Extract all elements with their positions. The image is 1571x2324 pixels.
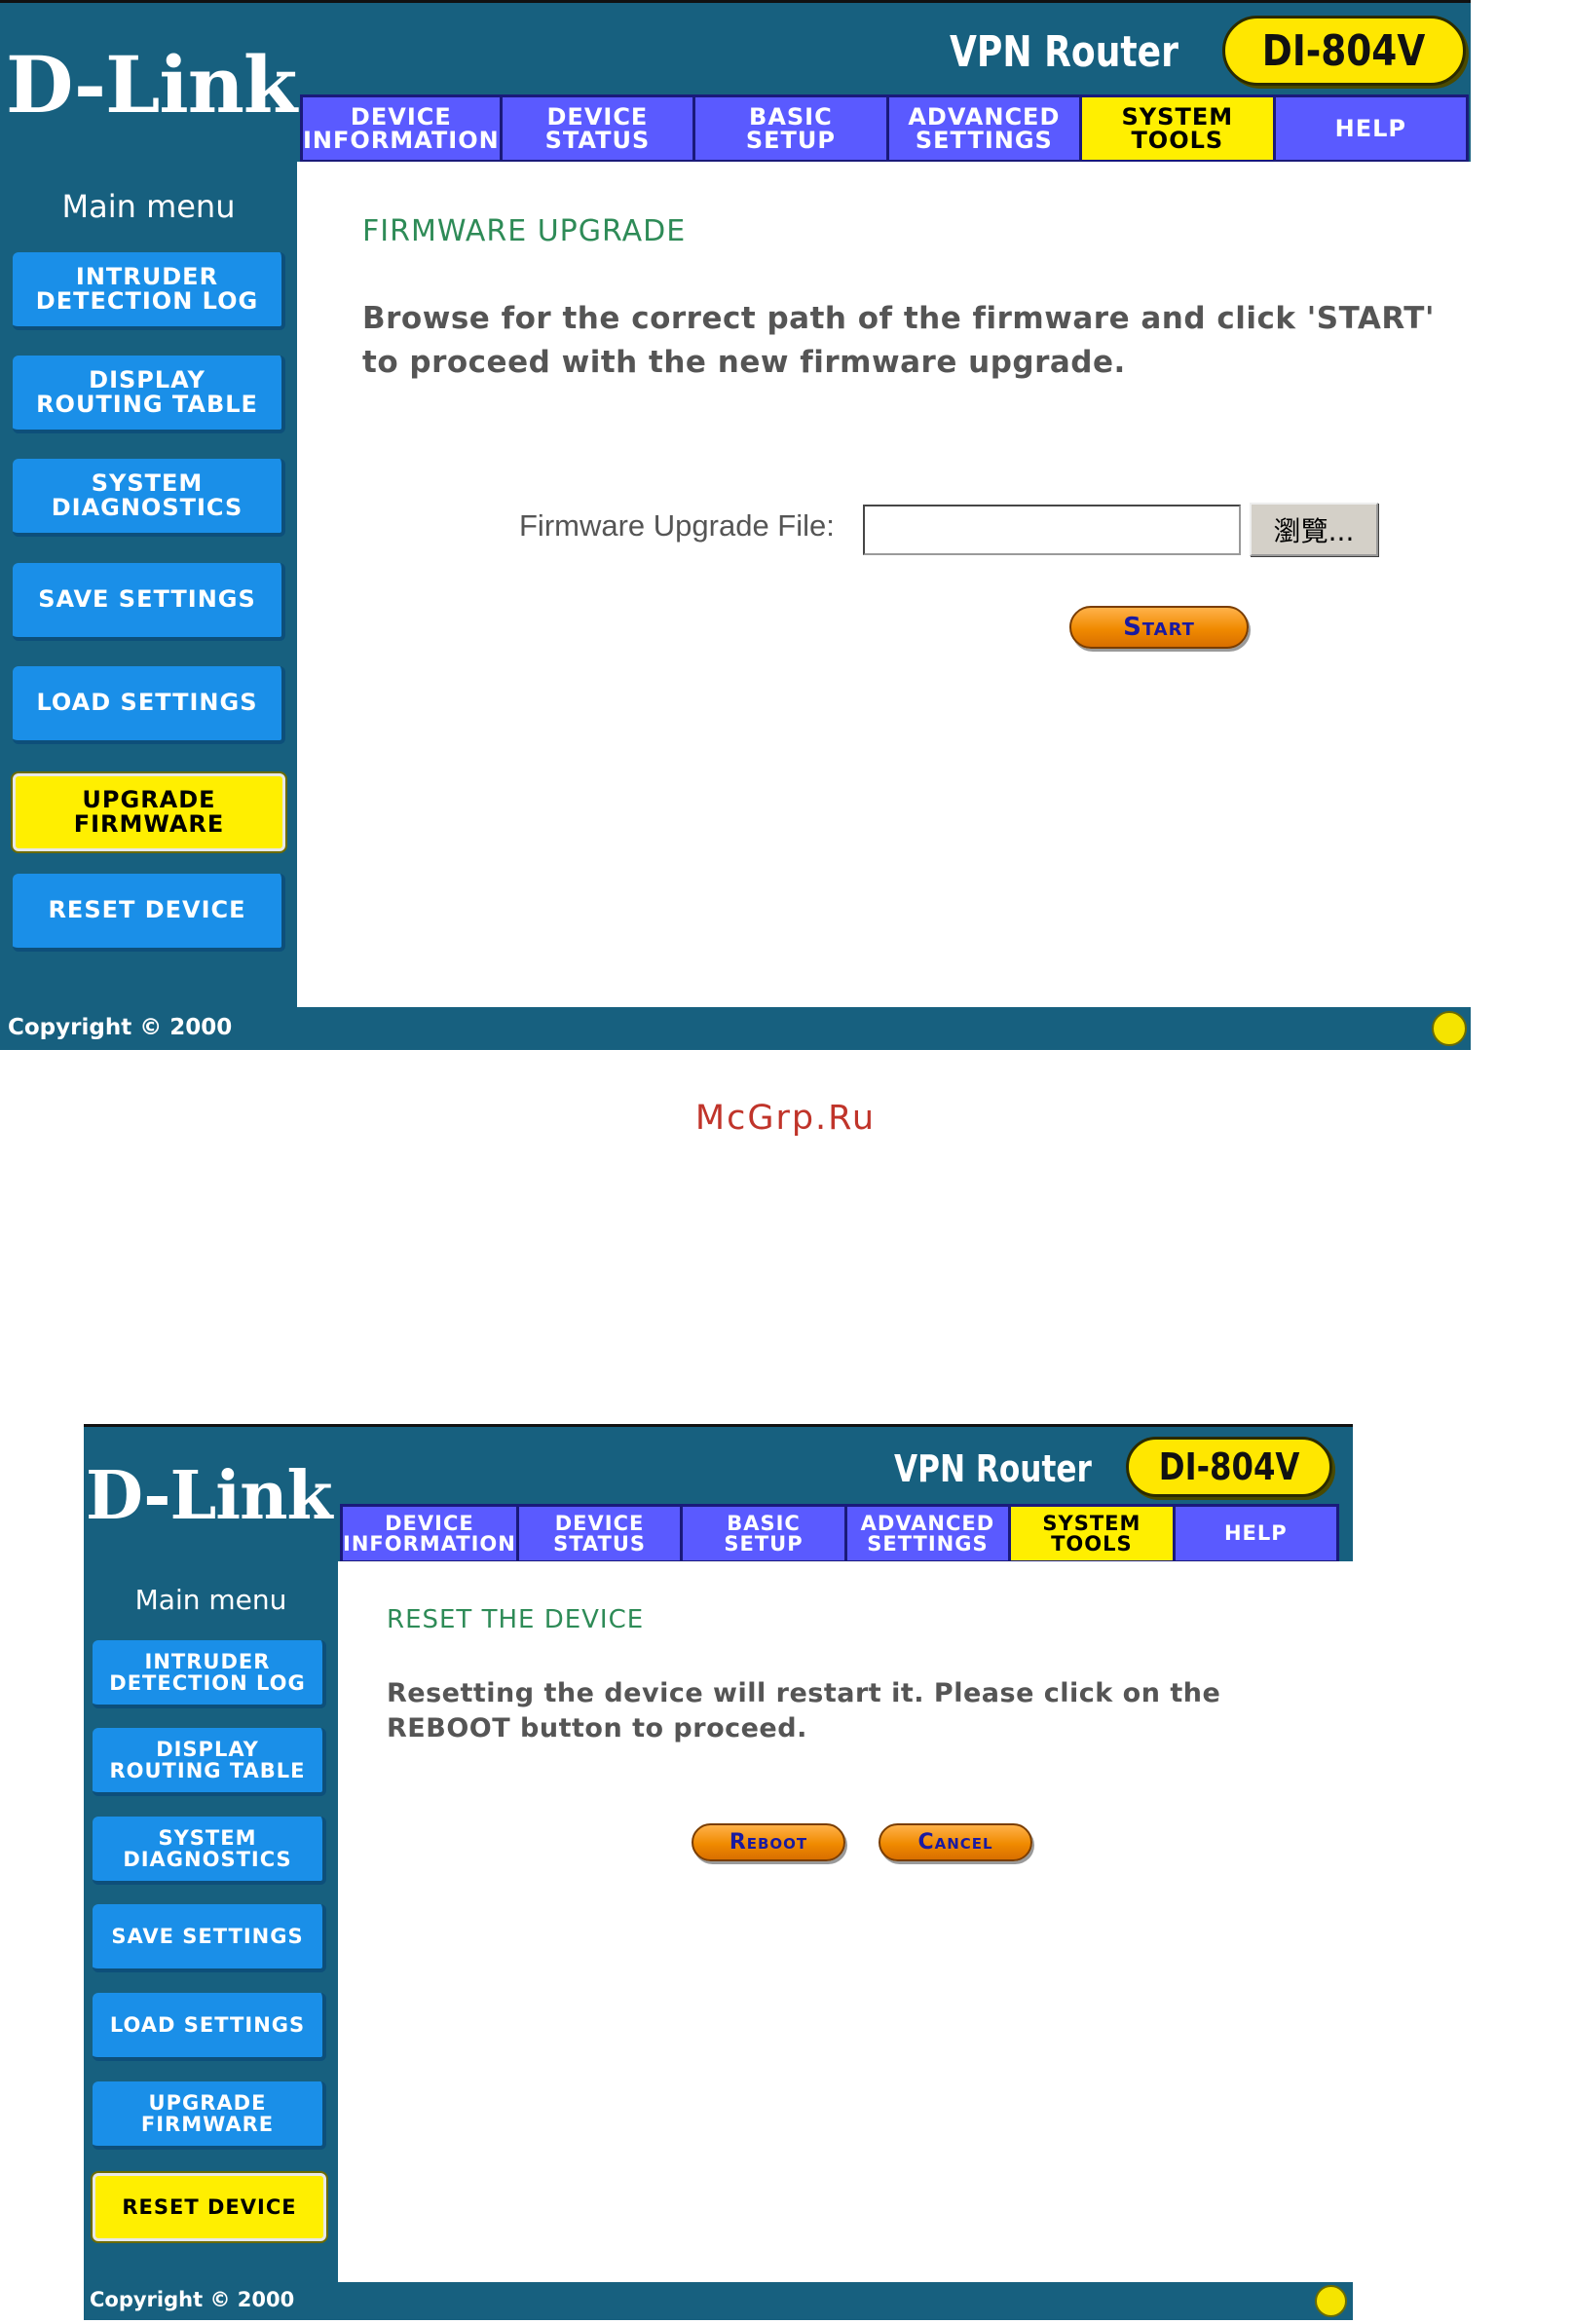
menu-load-settings[interactable]: LOAD SETTINGS: [13, 666, 285, 744]
menu-reset-device[interactable]: RESET DEVICE: [93, 2173, 326, 2241]
top-nav-tabs: DEVICE INFORMATION DEVICE STATUS BASIC S…: [340, 1504, 1339, 1563]
menu-upgrade-firmware[interactable]: UPGRADE FIRMWARE: [93, 2081, 326, 2150]
model-badge: DI-804V: [1222, 16, 1466, 86]
tab-device-status[interactable]: DEVICE STATUS: [502, 97, 693, 160]
instructions-text: Resetting the device will restart it. Pl…: [387, 1678, 1221, 1743]
menu-load-settings[interactable]: LOAD SETTINGS: [93, 1993, 326, 2061]
reboot-button[interactable]: Reboot: [692, 1823, 845, 1861]
tab-device-status[interactable]: DEVICE STATUS: [518, 1507, 681, 1560]
tab-basic-setup[interactable]: BASIC SETUP: [695, 97, 886, 160]
menu-display-routing-table[interactable]: DISPLAY ROUTING TABLE: [93, 1728, 326, 1796]
menu-display-routing-table[interactable]: DISPLAY ROUTING TABLE: [13, 356, 285, 433]
tab-help[interactable]: HELP: [1175, 1507, 1337, 1560]
copyright-text: Copyright © 2000: [90, 2288, 295, 2311]
firmware-upgrade-screenshot: D-Link VPN Router DI-804V DEVICE INFORMA…: [0, 0, 1471, 1050]
status-dot-icon: [1432, 1011, 1467, 1046]
footer-bar: Copyright © 2000: [0, 1007, 1471, 1050]
tab-system-tools[interactable]: SYSTEM TOOLS: [1011, 1507, 1173, 1560]
reset-device-screenshot: D-Link VPN Router DI-804V DEVICE INFORMA…: [84, 1424, 1353, 2320]
menu-system-diagnostics[interactable]: SYSTEM DIAGNOSTICS: [93, 1817, 326, 1885]
cancel-button[interactable]: Cancel: [879, 1823, 1032, 1861]
content-area: [297, 162, 1471, 1007]
main-menu-title: Main menu: [61, 188, 236, 225]
tab-device-information[interactable]: DEVICE INFORMATION: [343, 1507, 516, 1560]
tab-system-tools[interactable]: SYSTEM TOOLS: [1082, 97, 1273, 160]
main-menu-title: Main menu: [134, 1584, 287, 1616]
firmware-file-input[interactable]: [863, 505, 1241, 555]
tab-help[interactable]: HELP: [1275, 97, 1467, 160]
product-name: VPN Router: [894, 1447, 1092, 1490]
menu-reset-device[interactable]: RESET DEVICE: [13, 874, 285, 952]
page-title: FIRMWARE UPGRADE: [362, 214, 687, 248]
model-label: DI-804V: [1158, 1445, 1300, 1488]
page-title: RESET THE DEVICE: [387, 1605, 645, 1634]
dlink-logo: D-Link: [6, 39, 297, 131]
dlink-logo: D-Link: [86, 1457, 333, 1535]
model-badge: DI-804V: [1126, 1437, 1332, 1497]
tab-basic-setup[interactable]: BASIC SETUP: [683, 1507, 844, 1560]
menu-upgrade-firmware[interactable]: UPGRADE FIRMWARE: [13, 773, 285, 851]
content-area: [338, 1561, 1353, 2282]
model-label: DI-804V: [1262, 25, 1426, 76]
instructions-text: Browse for the correct path of the firmw…: [362, 301, 1435, 380]
copyright-text: Copyright © 2000: [8, 1015, 233, 1040]
tab-device-information[interactable]: DEVICE INFORMATION: [303, 97, 500, 160]
browse-button[interactable]: 瀏覽...: [1250, 503, 1378, 556]
top-nav-tabs: DEVICE INFORMATION DEVICE STATUS BASIC S…: [300, 94, 1469, 163]
footer-bar: Copyright © 2000: [84, 2282, 1353, 2320]
status-dot-icon: [1315, 2285, 1347, 2317]
product-name: VPN Router: [950, 27, 1178, 77]
menu-intruder-detection-log[interactable]: INTRUDER DETECTION LOG: [93, 1640, 326, 1708]
tab-advanced-settings[interactable]: ADVANCED SETTINGS: [846, 1507, 1009, 1560]
menu-save-settings[interactable]: SAVE SETTINGS: [93, 1904, 326, 1972]
watermark-text: McGrp.Ru: [694, 1099, 877, 1138]
menu-save-settings[interactable]: SAVE SETTINGS: [13, 563, 285, 641]
tab-advanced-settings[interactable]: ADVANCED SETTINGS: [888, 97, 1080, 160]
start-button[interactable]: Start: [1069, 606, 1249, 649]
firmware-file-label: Firmware Upgrade File:: [519, 508, 835, 543]
menu-intruder-detection-log[interactable]: INTRUDER DETECTION LOG: [13, 252, 285, 330]
menu-system-diagnostics[interactable]: SYSTEM DIAGNOSTICS: [13, 459, 285, 537]
